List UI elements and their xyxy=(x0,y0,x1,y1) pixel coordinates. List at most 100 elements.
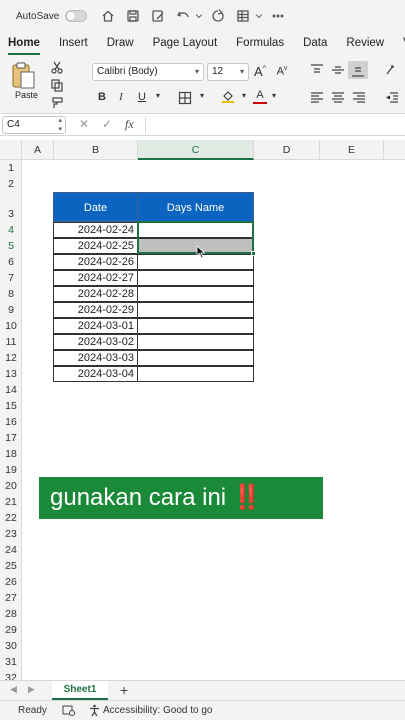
table-cell-days-name[interactable] xyxy=(137,318,254,334)
row-header[interactable]: 7 xyxy=(0,270,22,286)
sheet-tab-sheet1[interactable]: Sheet1 xyxy=(52,681,108,700)
row-header[interactable]: 16 xyxy=(0,414,22,430)
row-header[interactable]: 4 xyxy=(0,222,22,238)
cut-icon[interactable] xyxy=(50,60,66,74)
next-sheet-icon[interactable]: ▶ xyxy=(28,684,35,695)
table-cell-days-name[interactable] xyxy=(137,222,254,238)
save-icon[interactable] xyxy=(122,6,144,26)
prev-sheet-icon[interactable]: ◀ xyxy=(10,684,17,695)
paste-button[interactable] xyxy=(8,60,44,110)
table-icon[interactable] xyxy=(232,6,254,26)
align-right-icon[interactable] xyxy=(352,91,368,105)
accessibility-status[interactable]: Accessibility: Good to go xyxy=(103,705,213,716)
macro-record-icon[interactable] xyxy=(62,704,75,719)
row-header[interactable]: 1 xyxy=(0,160,22,176)
column-header-f[interactable] xyxy=(384,140,405,160)
tab-home[interactable]: Home xyxy=(8,32,40,56)
borders-icon[interactable] xyxy=(178,91,194,105)
function-icon[interactable]: fx xyxy=(125,117,134,132)
align-center-icon[interactable] xyxy=(331,91,347,105)
table-cell-date[interactable]: 2024-02-26 xyxy=(53,254,138,270)
font-color-button[interactable]: A xyxy=(253,89,267,104)
row-header[interactable]: 21 xyxy=(0,494,22,510)
add-sheet-button[interactable]: + xyxy=(120,682,128,698)
row-header[interactable]: 2 xyxy=(0,176,22,192)
table-cell-days-name[interactable] xyxy=(137,270,254,286)
row-header[interactable]: 23 xyxy=(0,526,22,542)
edit-icon[interactable] xyxy=(147,6,169,26)
grow-font-button[interactable]: A^ xyxy=(253,64,267,79)
name-box[interactable]: C4 ▴ ▾ xyxy=(2,116,66,134)
column-header-c[interactable]: C xyxy=(138,140,254,160)
chevron-down-icon[interactable]: ▾ xyxy=(267,91,281,100)
row-header[interactable]: 28 xyxy=(0,606,22,622)
font-size-select[interactable]: 12 ▾ xyxy=(207,63,249,81)
align-middle-icon[interactable] xyxy=(331,63,347,77)
table-cell-date[interactable]: 2024-03-04 xyxy=(53,366,138,382)
tab-draw[interactable]: Draw xyxy=(107,32,134,56)
table-cell-days-name[interactable] xyxy=(137,334,254,350)
row-header[interactable]: 32 xyxy=(0,670,22,680)
copy-icon[interactable] xyxy=(50,78,66,92)
table-cell-date[interactable]: 2024-02-28 xyxy=(53,286,138,302)
row-header[interactable]: 8 xyxy=(0,286,22,302)
row-header[interactable]: 20 xyxy=(0,478,22,494)
table-cell-date[interactable]: 2024-02-27 xyxy=(53,270,138,286)
select-all-corner[interactable] xyxy=(0,140,22,160)
column-header-b[interactable]: B xyxy=(54,140,138,160)
row-header[interactable]: 13 xyxy=(0,366,22,382)
row-header[interactable]: 30 xyxy=(0,638,22,654)
table-cell-days-name[interactable] xyxy=(137,302,254,318)
row-header[interactable]: 12 xyxy=(0,350,22,366)
table-cell-date[interactable]: 2024-02-25 xyxy=(53,238,138,254)
table-cell-days-name[interactable] xyxy=(137,366,254,382)
accessibility-icon[interactable] xyxy=(88,704,101,720)
undo-icon[interactable] xyxy=(172,6,194,26)
row-header[interactable]: 5 xyxy=(0,238,22,254)
orientation-icon[interactable] xyxy=(385,63,401,77)
autosave-toggle[interactable] xyxy=(65,10,88,22)
row-header[interactable]: 24 xyxy=(0,542,22,558)
table-cell-date[interactable]: 2024-03-01 xyxy=(53,318,138,334)
redo-icon[interactable] xyxy=(207,6,229,26)
row-header[interactable]: 27 xyxy=(0,590,22,606)
table-cell-date[interactable]: 2024-02-29 xyxy=(53,302,138,318)
tab-review[interactable]: Review xyxy=(346,32,384,56)
chevron-down-icon[interactable]: ▾ xyxy=(237,91,251,100)
align-left-icon[interactable] xyxy=(310,91,326,105)
confirm-icon[interactable]: ✓ xyxy=(102,117,112,131)
home-icon[interactable] xyxy=(97,6,119,26)
table-cell-days-name[interactable] xyxy=(137,286,254,302)
column-header-e[interactable]: E xyxy=(320,140,384,160)
align-bottom-icon[interactable] xyxy=(348,61,368,79)
row-header[interactable]: 25 xyxy=(0,558,22,574)
row-header[interactable]: 18 xyxy=(0,446,22,462)
format-painter-icon[interactable] xyxy=(50,96,66,110)
shrink-font-button[interactable]: Av xyxy=(275,65,289,78)
fill-handle[interactable] xyxy=(251,251,256,256)
chevron-down-icon[interactable]: ▾ xyxy=(195,91,209,100)
bold-button[interactable]: B xyxy=(95,91,109,103)
chevron-down-icon[interactable] xyxy=(194,6,204,26)
row-header[interactable]: 15 xyxy=(0,398,22,414)
table-cell-days-name[interactable] xyxy=(137,350,254,366)
row-header[interactable]: 10 xyxy=(0,318,22,334)
tab-insert[interactable]: Insert xyxy=(59,32,88,56)
table-header-date[interactable]: Date xyxy=(53,192,138,222)
tab-formulas[interactable]: Formulas xyxy=(236,32,284,56)
table-cell-date[interactable]: 2024-03-03 xyxy=(53,350,138,366)
underline-button[interactable]: U xyxy=(135,91,149,103)
row-header[interactable]: 9 xyxy=(0,302,22,318)
tab-data[interactable]: Data xyxy=(303,32,327,56)
column-header-a[interactable]: A xyxy=(22,140,54,160)
table-cell-date[interactable]: 2024-02-24 xyxy=(53,222,138,238)
row-header[interactable]: 17 xyxy=(0,430,22,446)
align-top-icon[interactable] xyxy=(310,63,326,77)
table-cell-date[interactable]: 2024-03-02 xyxy=(53,334,138,350)
cancel-icon[interactable]: ✕ xyxy=(79,117,89,131)
row-header[interactable]: 3 xyxy=(0,192,22,222)
tab-page-layout[interactable]: Page Layout xyxy=(153,32,218,56)
spreadsheet-grid[interactable]: A B C D E 1 2 3 4 5 6 7 8 9 10 11 12 13 14 15 16 17 18 19 2… xyxy=(0,136,405,680)
fill-color-icon[interactable] xyxy=(221,89,237,103)
row-header[interactable]: 22 xyxy=(0,510,22,526)
